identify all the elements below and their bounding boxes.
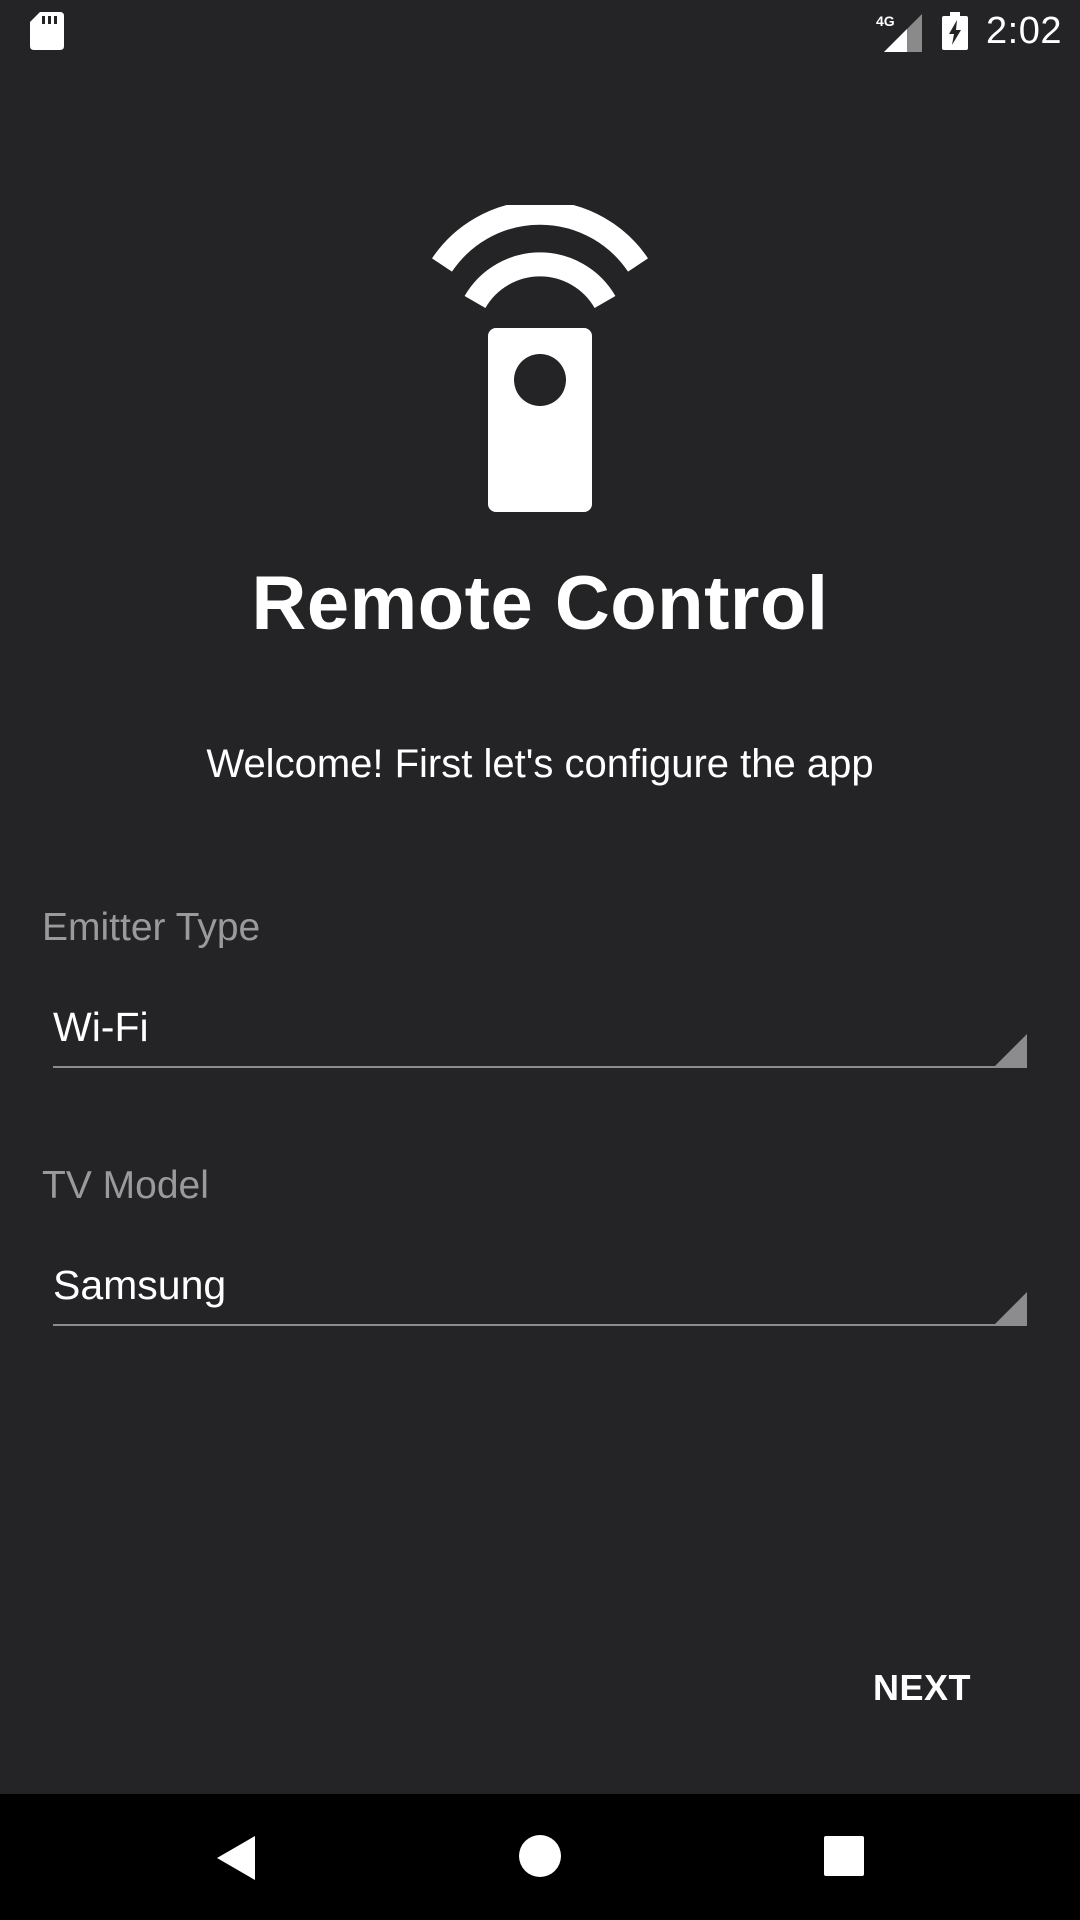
back-icon[interactable]: [215, 1834, 257, 1887]
navigation-bar: [0, 1794, 1080, 1920]
status-time: 2:02: [986, 10, 1062, 52]
remote-wifi-icon: [430, 200, 650, 515]
tv-model-spinner[interactable]: Samsung: [53, 1254, 1027, 1326]
battery-charging-icon: [942, 12, 968, 55]
dropdown-arrow-icon: [995, 1292, 1027, 1324]
svg-text:4G: 4G: [876, 13, 895, 29]
app-title: Remote Control: [251, 561, 829, 646]
tv-model-value: Samsung: [53, 1262, 227, 1308]
status-bar: 4G 2:02: [0, 0, 1080, 63]
emitter-type-spinner[interactable]: Wi-Fi: [53, 996, 1027, 1068]
emitter-type-value: Wi-Fi: [53, 1004, 149, 1050]
dropdown-arrow-icon: [995, 1034, 1027, 1066]
sd-card-icon: [30, 12, 64, 55]
signal-4g-icon: 4G: [876, 12, 922, 57]
setup-screen: 4G 2:02 Remote Control Welcome! First le…: [0, 0, 1080, 1920]
next-button[interactable]: NEXT: [850, 1648, 994, 1728]
welcome-message: Welcome! First let's configure the app: [206, 742, 874, 786]
home-icon[interactable]: [518, 1834, 562, 1883]
tv-model-label: TV Model: [42, 1164, 209, 1207]
emitter-type-label: Emitter Type: [42, 906, 261, 949]
recents-icon[interactable]: [824, 1836, 864, 1881]
